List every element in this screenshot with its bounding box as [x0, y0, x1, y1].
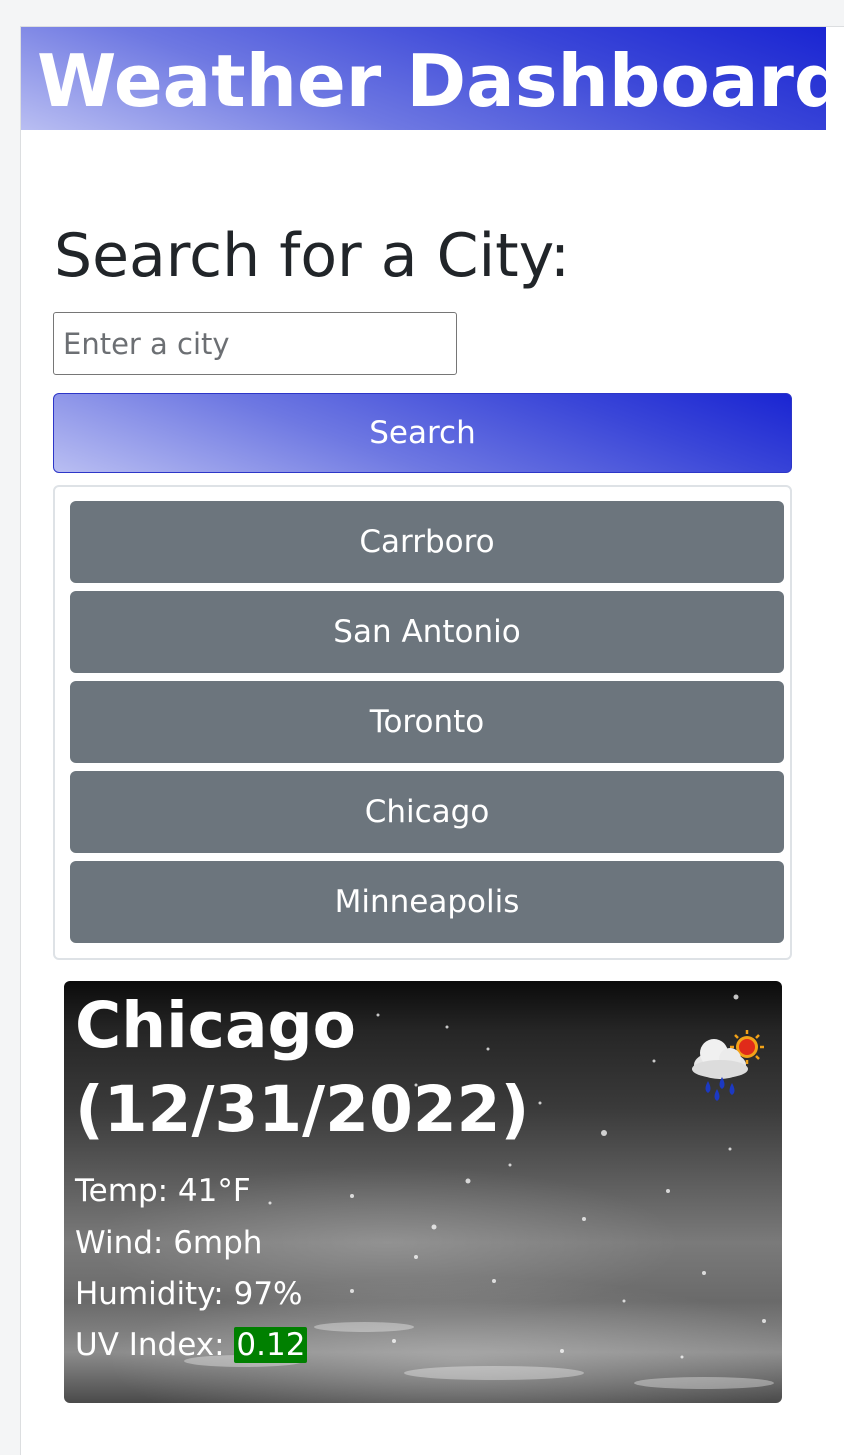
app-header: Weather Dashboard [21, 27, 826, 130]
history-city-button[interactable]: Chicago [70, 771, 784, 853]
history-city-button[interactable]: Carrboro [70, 501, 784, 583]
rain-cloud-sun-icon [692, 1030, 764, 1101]
history-city-button[interactable]: Toronto [70, 681, 784, 763]
uv-index-badge: 0.12 [234, 1327, 308, 1363]
current-weather-card: Chicago (12/31/2022) Temp: 41°F Wind: 6m… [64, 981, 782, 1403]
history-city-button[interactable]: Minneapolis [70, 861, 784, 943]
uv-index-label: UV Index: [75, 1327, 225, 1363]
uv-index-row: UV Index: 0.12 [75, 1325, 308, 1365]
wind-text: Wind: 6mph [75, 1225, 263, 1261]
city-search-input[interactable] [53, 312, 457, 375]
app-title: Weather Dashboard [37, 39, 826, 123]
humidity-text: Humidity: 97% [75, 1276, 303, 1312]
search-heading: Search for a City: [54, 221, 571, 291]
history-city-button[interactable]: San Antonio [70, 591, 784, 673]
page-container: Weather Dashboard Search for a City: Sea… [20, 26, 844, 1455]
current-city-name: Chicago [75, 989, 356, 1062]
search-history-list: Carrboro San Antonio Toronto Chicago Min… [53, 485, 792, 960]
current-date: (12/31/2022) [75, 1073, 530, 1146]
temperature-text: Temp: 41°F [75, 1173, 251, 1209]
search-button[interactable]: Search [53, 393, 792, 473]
